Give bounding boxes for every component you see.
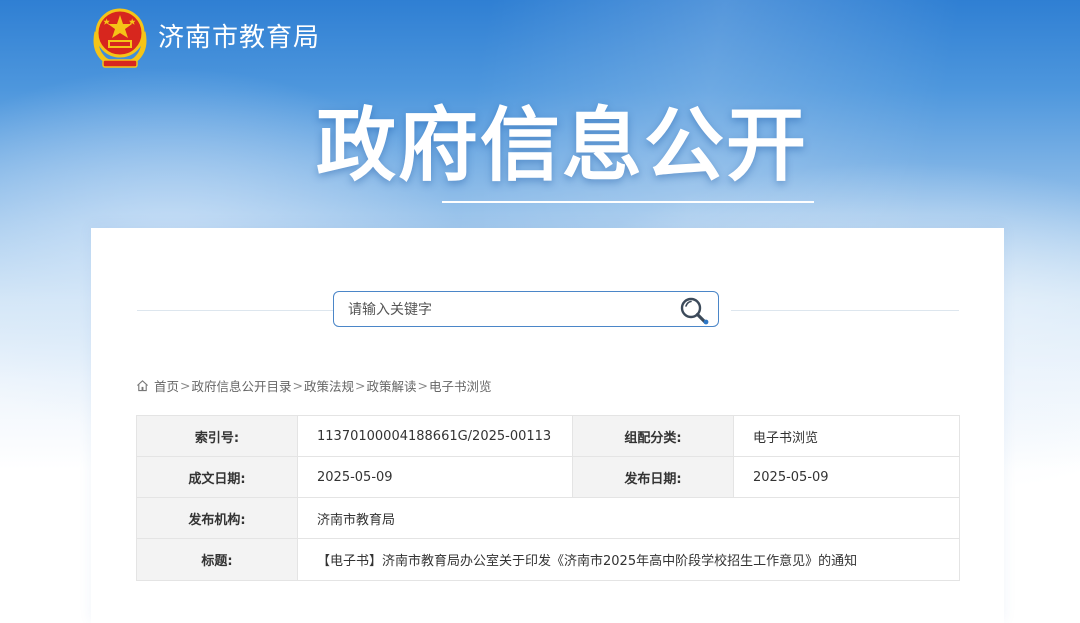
search-divider-right <box>731 310 959 311</box>
title-label: 标题: <box>136 538 298 581</box>
table-row: 成文日期: 2025-05-09 发布日期: 2025-05-09 <box>136 456 960 498</box>
breadcrumb-policies[interactable]: 政策法规 <box>304 376 354 395</box>
written-date-value: 2025-05-09 <box>297 456 573 498</box>
breadcrumb-separator: > <box>355 378 366 393</box>
breadcrumb-separator: > <box>180 378 191 393</box>
content-card: 首页 > 政府信息公开目录 > 政策法规 > 政策解读 > 电子书浏览 索引号:… <box>91 228 1004 623</box>
home-icon[interactable] <box>136 379 149 392</box>
national-emblem-icon[interactable] <box>89 4 151 70</box>
search-box <box>333 291 719 327</box>
breadcrumb-home[interactable]: 首页 <box>154 376 179 395</box>
breadcrumb-separator: > <box>292 378 303 393</box>
table-row: 发布机构: 济南市教育局 <box>136 497 960 539</box>
publish-date-value: 2025-05-09 <box>733 456 960 498</box>
index-value: 11370100004188661G/2025-00113 <box>297 415 573 457</box>
title-underline <box>442 201 814 203</box>
written-date-label: 成文日期: <box>136 456 298 498</box>
document-info-table: 索引号: 11370100004188661G/2025-00113 组配分类:… <box>136 415 960 581</box>
table-row: 标题: 【电子书】济南市教育局办公室关于印发《济南市2025年高中阶段学校招生工… <box>136 538 960 581</box>
category-value: 电子书浏览 <box>733 415 960 457</box>
breadcrumb: 首页 > 政府信息公开目录 > 政策法规 > 政策解读 > 电子书浏览 <box>136 376 492 395</box>
search-input[interactable] <box>346 298 670 322</box>
breadcrumb-separator: > <box>417 378 428 393</box>
issuer-value: 济南市教育局 <box>297 497 960 539</box>
index-label: 索引号: <box>136 415 298 457</box>
table-row: 索引号: 11370100004188661G/2025-00113 组配分类:… <box>136 415 960 457</box>
breadcrumb-interpretation[interactable]: 政策解读 <box>367 376 417 395</box>
breadcrumb-catalog[interactable]: 政府信息公开目录 <box>192 376 292 395</box>
page-title: 政府信息公开 <box>316 99 808 192</box>
issuer-label: 发布机构: <box>136 497 298 539</box>
title-value: 【电子书】济南市教育局办公室关于印发《济南市2025年高中阶段学校招生工作意见》… <box>297 538 960 581</box>
search-divider-left <box>137 310 333 311</box>
publish-date-label: 发布日期: <box>572 456 734 498</box>
site-name[interactable]: 济南市教育局 <box>158 17 320 54</box>
category-label: 组配分类: <box>572 415 734 457</box>
search-icon[interactable] <box>678 295 710 325</box>
breadcrumb-ebook[interactable]: 电子书浏览 <box>429 376 492 395</box>
